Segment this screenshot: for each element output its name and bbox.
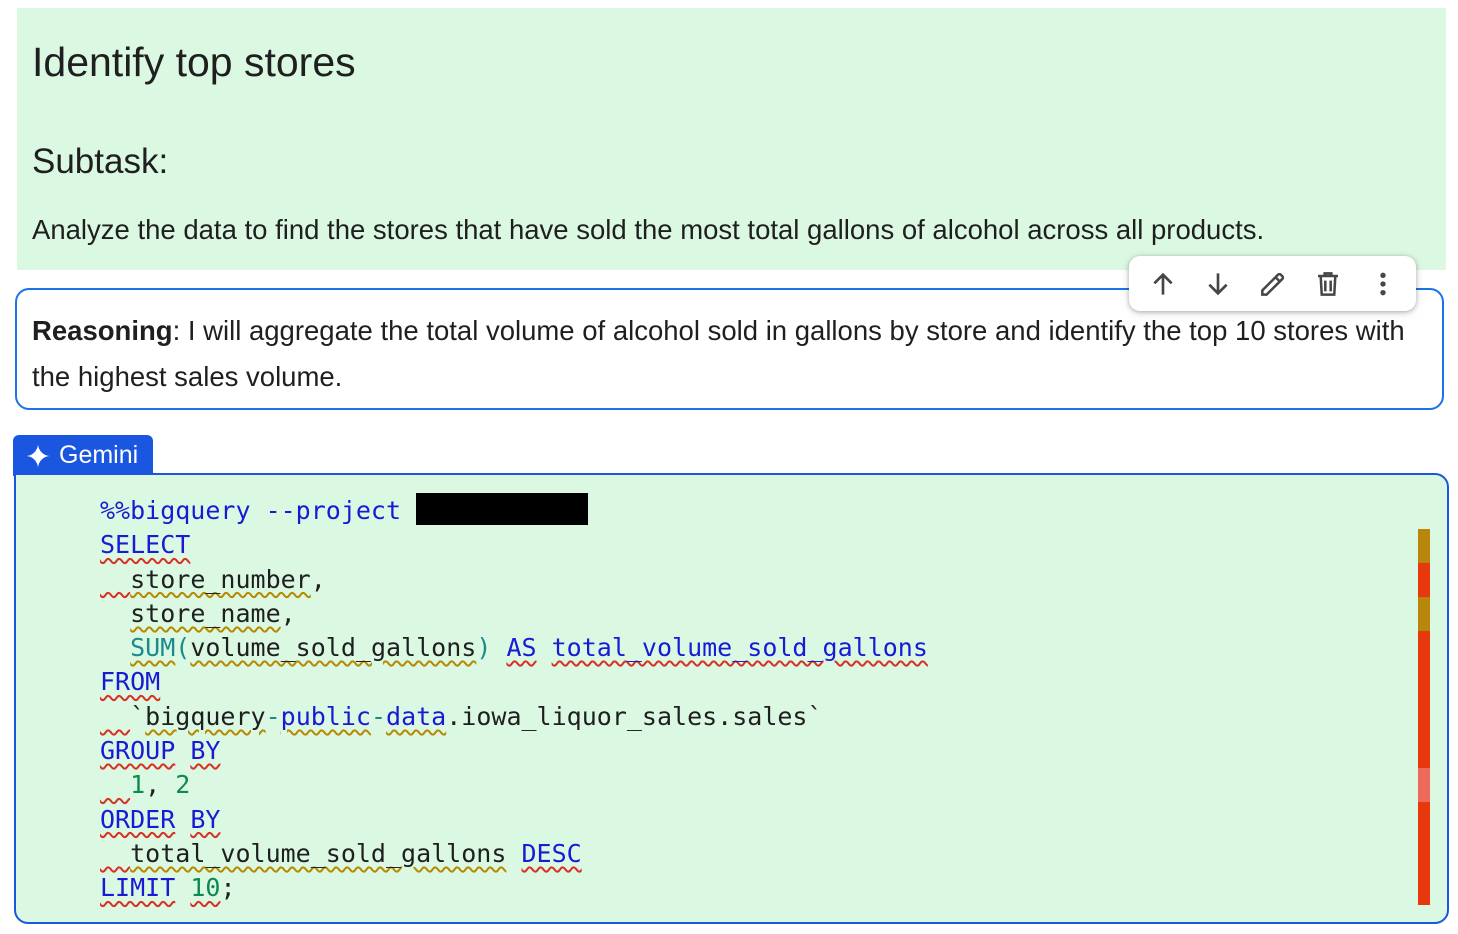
redacted-project-id [416, 493, 589, 525]
table-part-rest: .iowa_liquor_sales.sales [446, 701, 808, 731]
table-part-data: data [386, 701, 447, 731]
arrow-down-icon [1207, 272, 1228, 295]
warning-mark [1418, 597, 1430, 631]
kw-by-group: BY [190, 736, 221, 766]
code-editor[interactable]: %%bigquery --project SELECT store_number… [100, 493, 928, 906]
limit-value: 10 [190, 873, 221, 903]
kw-select: SELECT [100, 530, 191, 560]
kw-group: GROUP [100, 736, 176, 766]
col-store-number: store_number [130, 564, 311, 594]
delete-button[interactable] [1305, 261, 1351, 307]
error-mark-light [1418, 768, 1430, 802]
more-options-button[interactable] [1360, 261, 1406, 307]
pencil-icon [1260, 272, 1284, 296]
kw-desc: DESC [521, 838, 582, 868]
move-down-button[interactable] [1195, 261, 1241, 307]
section-title: Identify top stores [32, 39, 356, 85]
reasoning-body: : I will aggregate the total volume of a… [32, 315, 1405, 392]
kw-limit: LIMIT [100, 873, 176, 903]
error-mark [1418, 631, 1430, 768]
sparkle-icon [26, 444, 50, 467]
order-column: total_volume_sold_gallons [130, 838, 507, 868]
reasoning-text: Reasoning: I will aggregate the total vo… [32, 308, 1422, 400]
move-up-button[interactable] [1140, 261, 1186, 307]
markdown-cell[interactable]: Identify top stores Subtask: Analyze the… [17, 8, 1446, 270]
bigquery-magic: %%bigquery --project [100, 496, 402, 525]
gemini-label: Gemini [59, 441, 139, 469]
more-vert-icon [1379, 272, 1386, 295]
subtask-description: Analyze the data to find the stores that… [32, 214, 1265, 245]
group-num-1: 1 [130, 770, 146, 800]
col-volume-sold: volume_sold_gallons [190, 633, 477, 663]
group-num-2: 2 [175, 770, 191, 800]
subtask-heading: Subtask: [32, 142, 169, 181]
col-store-name: store_name [130, 598, 281, 628]
code-cell[interactable]: %%bigquery --project SELECT store_number… [14, 473, 1449, 924]
cell-toolbar [1129, 256, 1416, 311]
error-mark [1418, 563, 1430, 597]
warning-mark [1418, 529, 1430, 563]
reasoning-label: Reasoning [32, 315, 173, 346]
gemini-tab[interactable]: Gemini [13, 435, 153, 476]
edit-button[interactable] [1250, 261, 1296, 307]
error-mark [1418, 802, 1430, 905]
table-part-public: public [280, 701, 371, 731]
kw-by-order: BY [190, 804, 221, 834]
table-part-bigquery: bigquery [145, 701, 266, 731]
scrollbar-diagnostics[interactable] [1418, 529, 1430, 905]
fn-sum: SUM [130, 633, 176, 663]
trash-icon [1317, 271, 1338, 296]
arrow-up-icon [1152, 272, 1173, 295]
alias-total-volume: total_volume_sold_gallons [551, 633, 928, 663]
kw-from: FROM [100, 667, 161, 697]
kw-order: ORDER [100, 804, 176, 834]
kw-as: AS [506, 633, 537, 663]
